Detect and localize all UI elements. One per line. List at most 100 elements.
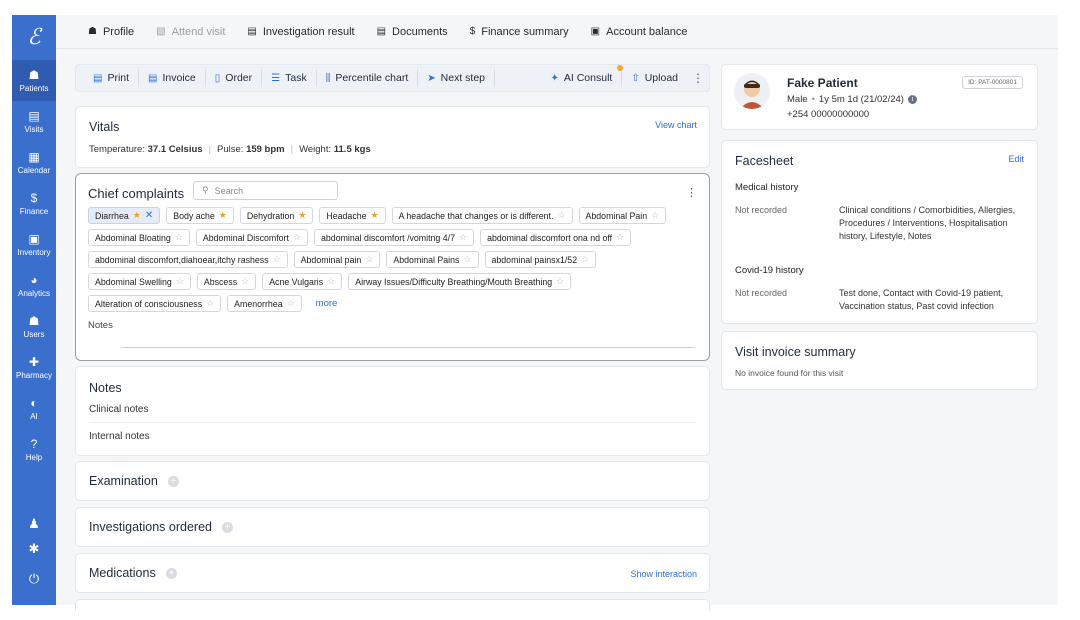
clinical-notes-field[interactable]: Clinical notes <box>89 397 696 423</box>
examination-section[interactable]: Examination + <box>75 461 710 501</box>
complaint-chip[interactable]: Amenorrhea ☆ <box>227 295 302 312</box>
complaint-chip[interactable]: Dehydration ★ <box>239 207 314 224</box>
task-button[interactable]: ☰ Task <box>262 69 317 87</box>
invoice-empty-text: No invoice found for this visit <box>735 368 844 378</box>
star-icon[interactable]: ★ <box>219 210 227 221</box>
star-icon[interactable]: ☆ <box>273 254 281 265</box>
sidebar-item-pharmacy[interactable]: ✚ Pharmacy <box>12 347 56 388</box>
complaint-notes-field[interactable] <box>121 347 695 348</box>
complaint-chip[interactable]: Abscess ☆ <box>196 273 257 290</box>
add-investigation-icon[interactable]: + <box>222 521 233 533</box>
star-icon[interactable]: ☆ <box>241 276 249 287</box>
star-icon[interactable]: ☆ <box>287 298 295 309</box>
upload-button[interactable]: ⇧ Upload <box>622 69 687 87</box>
invoice-button[interactable]: ▤ Invoice <box>139 69 206 87</box>
sidebar-item-inventory[interactable]: ▣ Inventory <box>12 224 56 265</box>
power-icon[interactable]: ⏻ <box>12 568 56 590</box>
show-interaction-link[interactable]: Show interaction <box>630 569 697 579</box>
more-complaints-link[interactable]: more <box>308 295 338 312</box>
add-examination-icon[interactable]: + <box>167 475 179 487</box>
complaint-chip[interactable]: abdominal painsx1/52 ☆ <box>484 251 597 268</box>
sidebar-item-users[interactable]: ☗ Users <box>12 306 56 347</box>
sidebar-item-label: Calendar <box>17 166 51 175</box>
star-icon[interactable]: ☆ <box>463 254 471 265</box>
print-button[interactable]: ▤ Print <box>84 69 140 87</box>
star-icon[interactable]: ☆ <box>556 276 564 287</box>
app-logo[interactable]: ℰ <box>12 15 56 60</box>
complaint-chip-label: Amenorrhea <box>234 298 283 309</box>
star-icon[interactable]: ☆ <box>365 254 373 265</box>
info-icon[interactable]: i <box>907 95 917 104</box>
complaint-chip[interactable]: A headache that changes or is different.… <box>391 207 573 224</box>
tab-profile[interactable]: ☗ Profile <box>88 26 134 38</box>
complaint-chip[interactable]: Abdominal Pain ☆ <box>578 207 667 224</box>
complaint-chip[interactable]: Body ache ★ <box>166 207 234 224</box>
tab-investigation-result[interactable]: ▤ Investigation result <box>247 26 354 38</box>
star-icon[interactable]: ☆ <box>206 298 214 309</box>
complaint-chip[interactable]: abdominal discomfort ona nd off ☆ <box>480 229 632 246</box>
complaint-chip[interactable]: Headache ★ <box>319 207 386 224</box>
tab-account-balance[interactable]: ▣ Account balance <box>591 26 688 38</box>
complaint-chip[interactable]: Abdominal Bloating ☆ <box>88 229 190 246</box>
sidebar-item-help[interactable]: ? Help <box>12 429 56 470</box>
sidebar-item-patients[interactable]: ☗ Patients <box>12 60 56 101</box>
sidebar-item-label: Help <box>25 453 43 462</box>
complaint-chip-label: Abdominal Swelling <box>95 276 172 287</box>
documents-icon: ▤ <box>376 26 387 37</box>
patient-age: 1y 5m 1d (21/02/24) <box>818 94 904 105</box>
facesheet-title: Facesheet <box>735 154 794 168</box>
star-icon[interactable]: ☆ <box>616 232 624 243</box>
star-icon[interactable]: ☆ <box>293 232 301 243</box>
star-icon[interactable]: ★ <box>133 210 141 221</box>
next-step-button[interactable]: ➤ Next step <box>418 69 496 87</box>
complaint-chip-label: Acne Vulgaris <box>269 276 324 287</box>
covid-history-heading: Covid-19 history <box>735 265 804 276</box>
internal-notes-field[interactable]: Internal notes <box>89 424 696 450</box>
add-medication-icon[interactable]: + <box>165 567 177 579</box>
sidebar-item-finance[interactable]: $ Finance <box>12 183 56 224</box>
star-icon[interactable]: ☆ <box>176 276 184 287</box>
complaint-chip[interactable]: Abdominal Pains ☆ <box>386 251 479 268</box>
star-icon[interactable]: ☆ <box>327 276 335 287</box>
percentile-chart-button[interactable]: ⫼ Percentile chart <box>317 69 419 87</box>
toolbar-more-icon[interactable]: ⋮ <box>687 71 709 85</box>
star-icon[interactable]: ☆ <box>175 232 183 243</box>
view-chart-link[interactable]: View chart <box>655 120 697 130</box>
tab-attend-visit[interactable]: ▧ Attend visit <box>156 26 225 38</box>
complaint-chip[interactable]: Diarrhea ★ ✕ <box>88 207 161 224</box>
complaint-chip-label: Dehydration <box>246 210 295 221</box>
facesheet-edit-link[interactable]: Edit <box>1008 154 1024 164</box>
star-icon[interactable]: ☆ <box>651 210 659 221</box>
complaint-chip[interactable]: Abdominal pain ☆ <box>293 251 381 268</box>
complaint-chip[interactable]: Airway Issues/Difficulty Breathing/Mouth… <box>348 273 572 290</box>
remove-icon[interactable]: ✕ <box>145 210 153 221</box>
complaint-chip[interactable]: Acne Vulgaris ☆ <box>262 273 343 290</box>
complaint-search-input[interactable]: ⚲ Search <box>193 181 338 200</box>
sidebar-item-ai[interactable]: ◐ AI <box>12 388 56 429</box>
star-icon[interactable]: ☆ <box>581 254 589 265</box>
notifications-icon[interactable]: ♟ <box>12 513 56 535</box>
star-icon[interactable]: ☆ <box>459 232 467 243</box>
tab-documents[interactable]: ▤ Documents <box>377 26 448 38</box>
ai-consult-button[interactable]: ✦ AI Consult <box>541 65 624 87</box>
account-balance-icon: ▣ <box>590 26 601 37</box>
complaints-more-icon[interactable]: ⋮ <box>686 186 697 199</box>
complaint-chip[interactable]: Abdominal Swelling ☆ <box>88 273 191 290</box>
sidebar-item-analytics[interactable]: ◕ Analytics <box>12 265 56 306</box>
sidebar-item-calendar[interactable]: ▦ Calendar <box>12 142 56 183</box>
sidebar-item-visits[interactable]: ▤ Visits <box>12 101 56 142</box>
investigations-section[interactable]: Investigations ordered + <box>75 507 710 547</box>
complaint-chip[interactable]: abdominal discomfort,diahoear,itchy rash… <box>88 251 288 268</box>
star-icon[interactable]: ★ <box>371 210 379 221</box>
complaint-chip[interactable]: abdominal discomfort /vomitng 4/7 ☆ <box>314 229 475 246</box>
medications-section[interactable]: Medications + Show interaction <box>75 553 710 593</box>
complaint-chip[interactable]: Abdominal Discomfort ☆ <box>195 229 309 246</box>
complaint-chip-label: Abdominal Pain <box>585 210 648 221</box>
settings-icon[interactable]: ✱ <box>12 538 56 560</box>
star-icon[interactable]: ☆ <box>557 210 565 221</box>
star-icon[interactable]: ★ <box>298 210 306 221</box>
complaint-chip[interactable]: Alteration of consciousness ☆ <box>88 295 222 312</box>
calendar-icon: ▦ <box>28 150 40 164</box>
order-button[interactable]: ▯ Order <box>206 69 263 87</box>
tab-finance-summary[interactable]: $ Finance summary <box>470 26 569 38</box>
